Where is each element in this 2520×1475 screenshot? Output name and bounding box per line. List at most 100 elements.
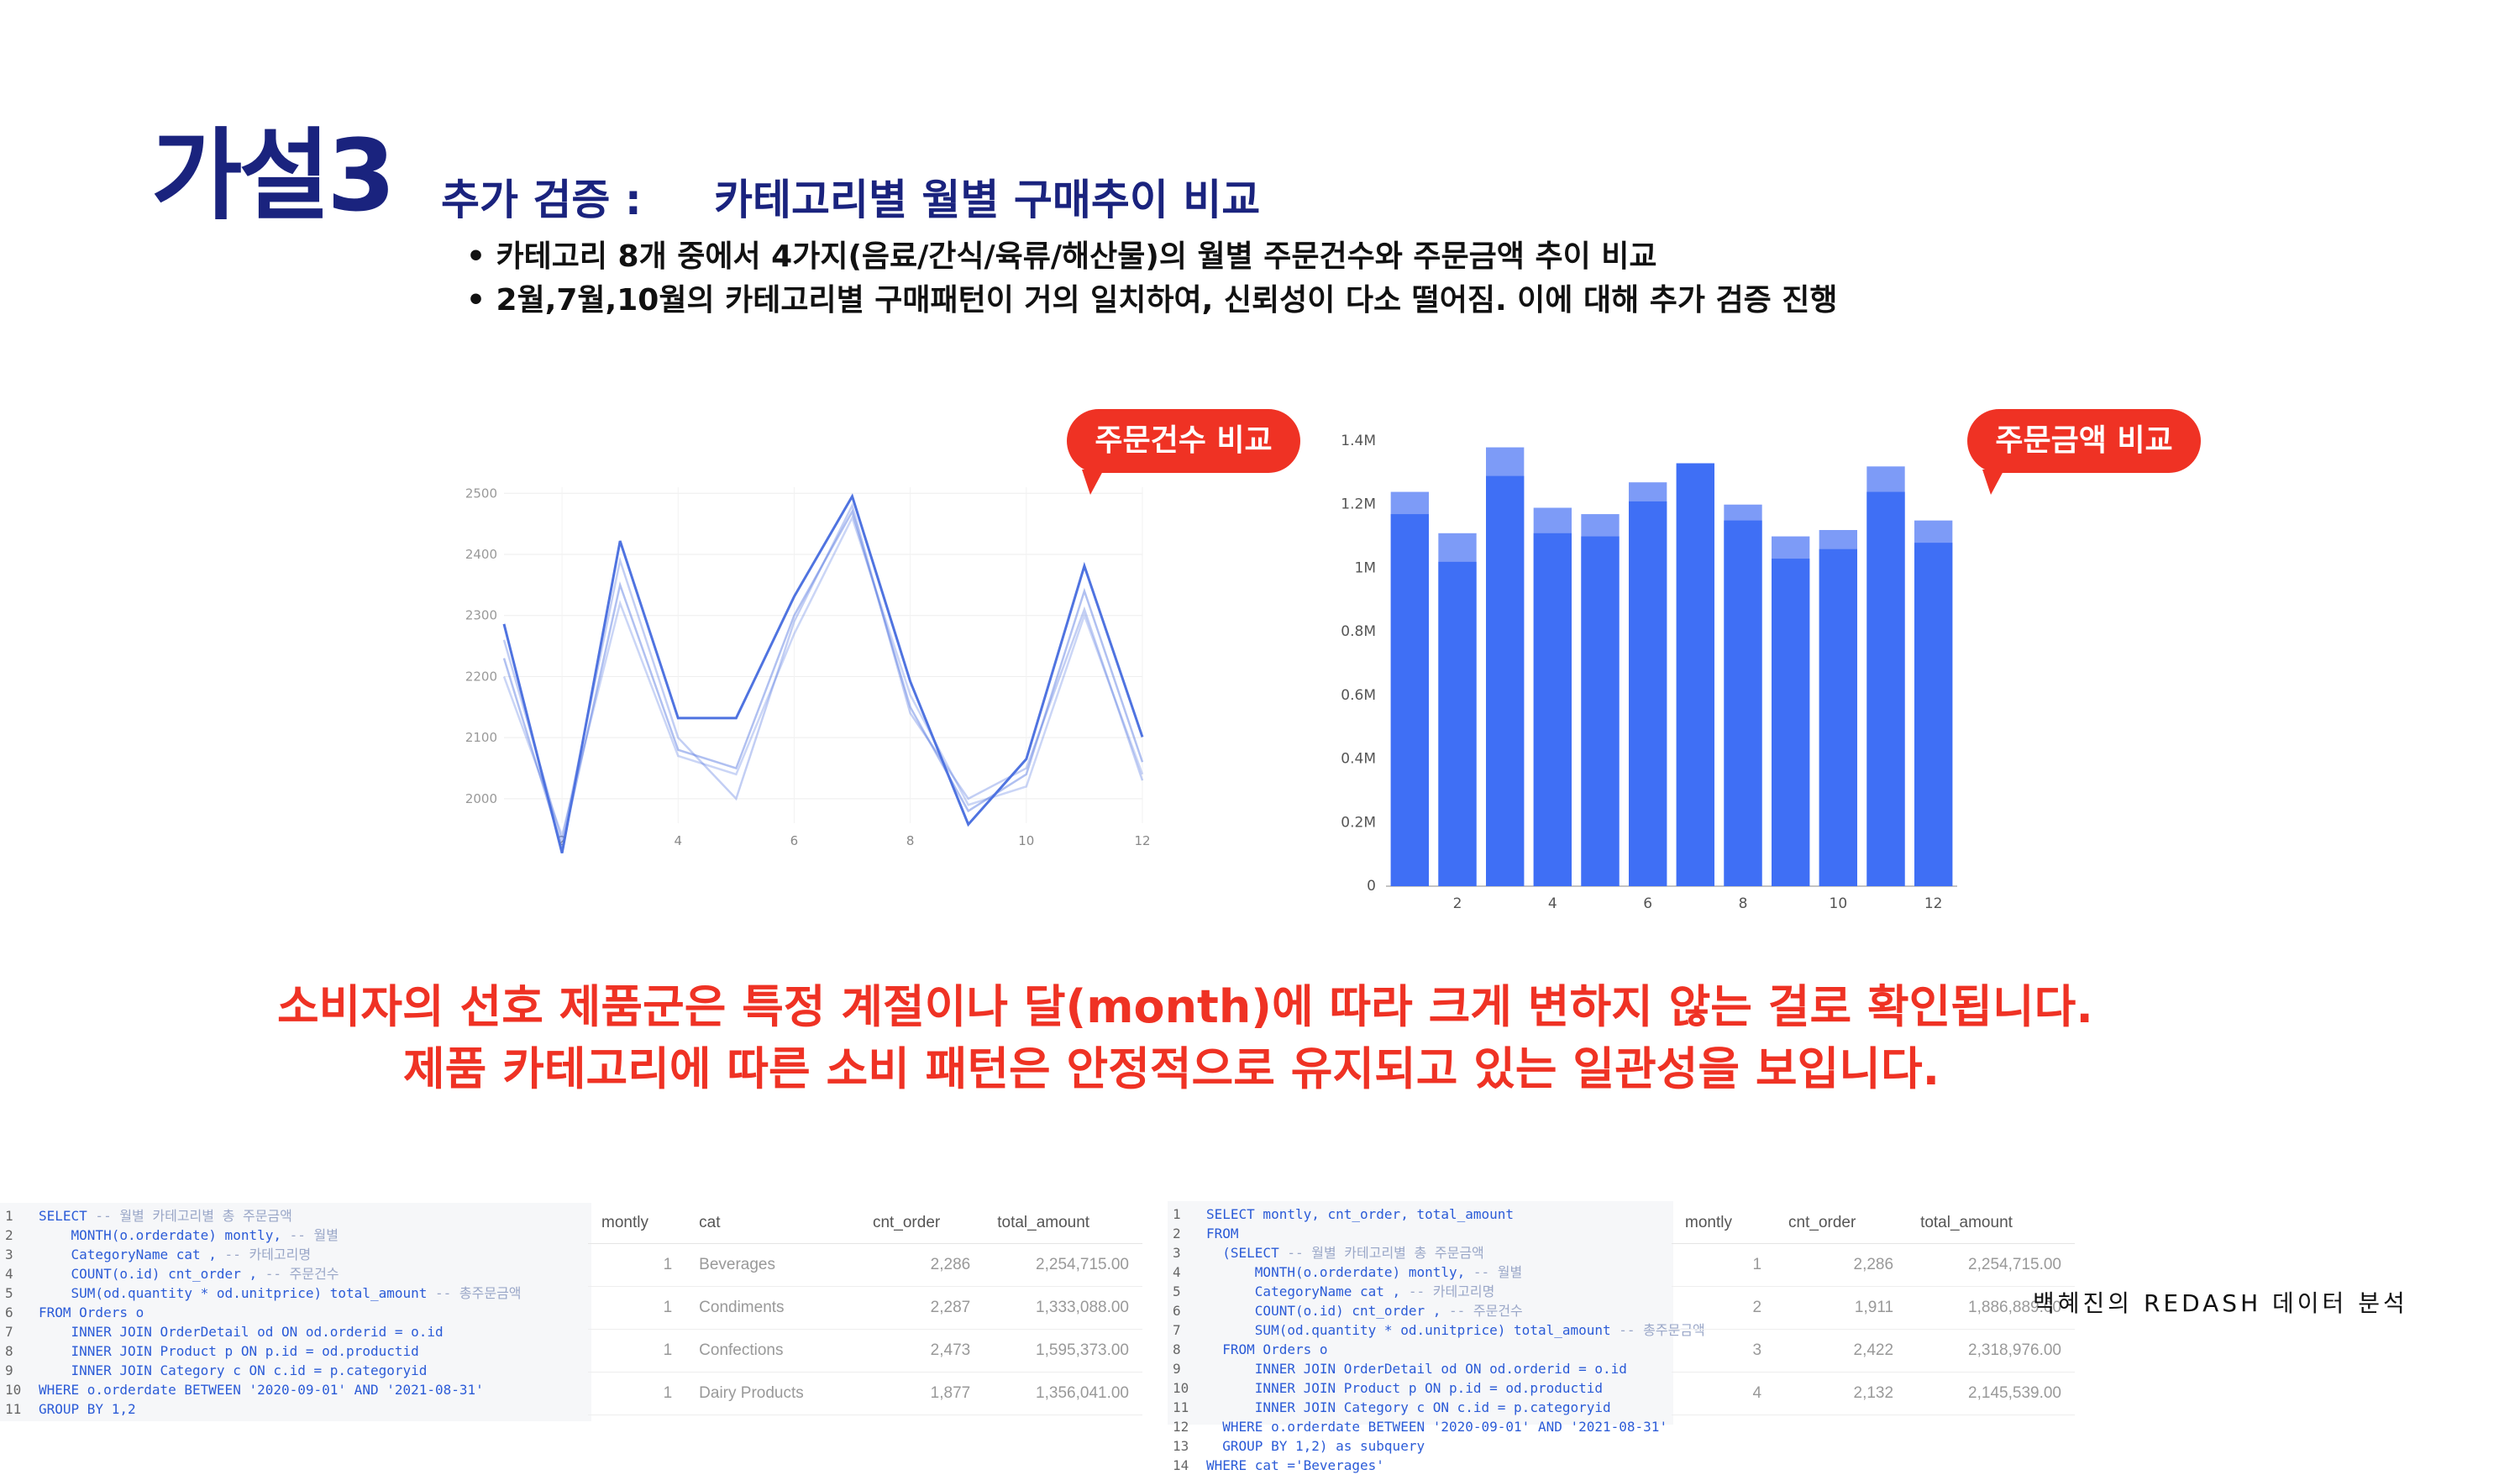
code-line[interactable]: 5 SUM(od.quantity * od.unitprice) total_… — [5, 1283, 586, 1303]
code-line[interactable]: 7 INNER JOIN OrderDetail od ON od.orderi… — [5, 1322, 586, 1341]
x-tick-label: 4 — [1548, 895, 1557, 911]
line-number: 3 — [1173, 1245, 1181, 1261]
code-text: GROUP BY 1,2 — [39, 1401, 136, 1417]
bar-series-1 — [1581, 536, 1620, 886]
line-number: 10 — [5, 1382, 22, 1398]
y-tick-label: 2000 — [465, 791, 497, 806]
column-header[interactable]: total_amount — [984, 1203, 1142, 1244]
y-tick-label: 0.2M — [1341, 814, 1376, 831]
code-line[interactable]: 3 CategoryName cat , -- 카테고리명 — [5, 1245, 586, 1264]
code-line[interactable]: 3 (SELECT -- 월별 카테고리별 총 주문금액 — [1173, 1243, 1668, 1262]
line-number: 4 — [1173, 1264, 1181, 1280]
code-line[interactable]: 10 WHERE o.orderdate BETWEEN '2020-09-01'… — [5, 1380, 586, 1399]
bar-series-1 — [1629, 501, 1667, 886]
verify-subject: 카테고리별 월별 구매추이 비교 — [714, 176, 1261, 224]
code-line[interactable]: 2 FROM — [1173, 1224, 1668, 1243]
x-tick-label: 8 — [906, 833, 915, 848]
code-line[interactable]: 4 COUNT(o.id) cnt_order , -- 주문건수 — [5, 1264, 586, 1283]
code-line[interactable]: 1 SELECT montly, cnt_order, total_amount — [1173, 1205, 1668, 1224]
table-cell: Dairy Products — [685, 1372, 859, 1415]
bubble-tail — [1082, 470, 1104, 495]
column-header[interactable]: cnt_order — [1775, 1203, 1908, 1244]
table-cell: 1,595,373.00 — [984, 1329, 1142, 1373]
column-header[interactable]: montly — [1672, 1203, 1776, 1244]
line-number: 9 — [1173, 1361, 1181, 1377]
x-tick-label: 12 — [1134, 833, 1150, 848]
table-cell: 1 — [588, 1286, 686, 1330]
x-tick-label: 6 — [790, 833, 799, 848]
code-comment: -- 주문건수 — [1441, 1303, 1523, 1319]
code-line[interactable]: 4 MONTH(o.orderdate) montly, -- 월별 — [1173, 1262, 1668, 1282]
table-row: 1 Confections 2,473 1,595,373.00 — [588, 1329, 1142, 1373]
code-comment: -- 월별 — [281, 1227, 339, 1243]
column-header[interactable]: total_amount — [1907, 1203, 2075, 1244]
code-text: INNER JOIN Product p ON p.id = od.produc… — [39, 1343, 419, 1359]
table-cell: 2,132 — [1775, 1372, 1908, 1415]
bullet-1: • 카테고리 8개 중에서 4가지(음료/간식/육류/해산물)의 월별 주문건수… — [466, 239, 1657, 274]
code-line[interactable]: 9 INNER JOIN Category c ON c.id = p.cate… — [5, 1361, 586, 1380]
line-number: 6 — [5, 1304, 13, 1320]
code-text: FROM Orders o — [1206, 1341, 1328, 1357]
column-header[interactable]: cnt_order — [858, 1203, 984, 1244]
bar-series-1 — [1866, 491, 1905, 886]
amount-bubble-label: 주문금액 비교 — [1995, 423, 2173, 458]
code-line[interactable]: 13 GROUP BY 1,2) as subquery — [1173, 1436, 1668, 1456]
table-cell: 4 — [1672, 1372, 1776, 1415]
table-cell: 2,287 — [858, 1286, 984, 1330]
code-line[interactable]: 12 WHERE o.orderdate BETWEEN '2020-09-01… — [1173, 1417, 1668, 1436]
column-header[interactable]: cat — [685, 1203, 859, 1244]
code-line[interactable]: 2 MONTH(o.orderdate) montly, -- 월별 — [5, 1226, 586, 1245]
line-number: 14 — [1173, 1457, 1189, 1473]
code-line[interactable]: 9 INNER JOIN OrderDetail od ON od.orderi… — [1173, 1359, 1668, 1378]
code-line[interactable]: 6 COUNT(o.id) cnt_order , -- 주문건수 — [1173, 1301, 1668, 1320]
table-header-row: montly cnt_order total_amount — [1672, 1203, 2075, 1244]
code-text: WHERE o.orderdate BETWEEN '2020-09-01' A… — [39, 1382, 484, 1398]
verify-label: 추가 검증 : — [441, 176, 642, 224]
bar-series-1 — [1676, 463, 1714, 886]
y-tick-label: 0.8M — [1341, 623, 1376, 640]
line-number: 2 — [5, 1227, 13, 1243]
table-cell: 2,318,976.00 — [1907, 1329, 2075, 1373]
table-cell: 1 — [588, 1243, 686, 1287]
code-comment: -- 카테고리명 — [216, 1247, 312, 1262]
table-header-row: montly cat cnt_order total_amount — [588, 1203, 1142, 1244]
bar-series-1 — [1533, 533, 1572, 886]
y-tick-label: 0.4M — [1341, 751, 1376, 768]
code-line[interactable]: 11 INNER JOIN Category c ON c.id = p.cat… — [1173, 1398, 1668, 1417]
y-tick-label: 2100 — [465, 730, 497, 745]
code-line[interactable]: 7 SUM(od.quantity * od.unitprice) total_… — [1173, 1320, 1705, 1340]
table-cell: 2,473 — [858, 1329, 984, 1373]
code-line[interactable]: 8 FROM Orders o — [1173, 1340, 1668, 1359]
table-cell: 1 — [588, 1329, 686, 1373]
line-number: 3 — [5, 1247, 13, 1262]
sql-query-editor-1[interactable]: 1 SELECT -- 월별 카테고리별 총 주문금액 2 MONTH(o.orde… — [0, 1203, 591, 1421]
x-tick-label: 4 — [674, 833, 682, 848]
query-result-table-2: montly cnt_order total_amount 1 2,286 2,254,7… — [1672, 1203, 2075, 1415]
code-line[interactable]: 14 WHERE cat ='Beverages' — [1173, 1456, 1668, 1475]
table-row: 3 2,422 2,318,976.00 — [1672, 1329, 2075, 1373]
author-credit: 백혜진의 REDASH 데이터 분석 — [2033, 1289, 2408, 1317]
table-cell: 2,422 — [1775, 1329, 1908, 1373]
line-number: 13 — [1173, 1438, 1189, 1454]
bullet-2: • 2월,7월,10월의 카테고리별 구매패턴이 거의 일치하여, 신뢰성이 다… — [466, 283, 1838, 318]
table-row: 2 1,911 1,886,889.00 — [1672, 1286, 2075, 1330]
code-line[interactable]: 6 FROM Orders o — [5, 1303, 586, 1322]
code-comment: -- 월별 카테고리별 총 주문금액 — [87, 1208, 292, 1224]
x-tick-label: 6 — [1643, 895, 1652, 911]
table-row: 1 Condiments 2,287 1,333,088.00 — [588, 1286, 1142, 1330]
code-line[interactable]: 1 SELECT -- 월별 카테고리별 총 주문금액 — [5, 1206, 586, 1226]
line-number: 1 — [5, 1208, 13, 1224]
code-text: SUM(od.quantity * od.unitprice) total_am… — [39, 1285, 428, 1301]
code-line[interactable]: 8 INNER JOIN Product p ON p.id = od.prod… — [5, 1341, 586, 1361]
column-header[interactable]: montly — [588, 1203, 686, 1244]
sql-query-editor-2[interactable]: 1 SELECT montly, cnt_order, total_amount 2… — [1168, 1201, 1705, 1473]
code-line[interactable]: 11 GROUP BY 1,2 — [5, 1399, 586, 1419]
y-tick-label: 0.6M — [1341, 687, 1376, 704]
y-tick-label: 2400 — [465, 547, 497, 562]
x-tick-label: 2 — [1453, 895, 1462, 911]
x-tick-label: 10 — [1830, 895, 1848, 911]
code-line[interactable]: 10 INNER JOIN Product p ON p.id = od.pro… — [1173, 1378, 1668, 1398]
slide-title: 가설3 — [151, 118, 396, 234]
code-line[interactable]: 5 CategoryName cat , -- 카테고리명 — [1173, 1282, 1668, 1301]
table-cell: Beverages — [685, 1243, 859, 1287]
